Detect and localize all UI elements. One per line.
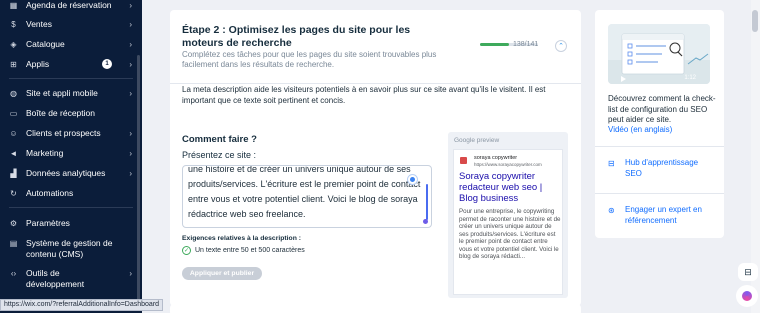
sidebar-divider <box>9 207 133 208</box>
sidebar-item-clients[interactable]: ☺ Clients et prospects › <box>0 128 142 139</box>
sidebar-item-catalogue[interactable]: ◈ Catalogue › <box>0 39 142 50</box>
sidebar: ▦ Agenda de réservation › $ Ventes › ◈ C… <box>0 0 142 313</box>
step-title: Étape 2 : Optimisez les pages du site po… <box>182 24 411 49</box>
sidebar-item-settings[interactable]: ⚙ Paramètres <box>0 218 142 229</box>
progress-count: 138/141 <box>513 41 539 48</box>
dollar-icon: $ <box>11 20 16 29</box>
chevron-right-icon: › <box>129 169 132 178</box>
chevron-right-icon: › <box>129 269 132 278</box>
help-text: Découvrez comment la check-list de confi… <box>608 94 716 124</box>
video-link[interactable]: Vidéo (en anglais) <box>608 125 672 134</box>
resize-handle-icon[interactable] <box>423 219 428 224</box>
sidebar-item-ventes[interactable]: $ Ventes › <box>0 19 142 30</box>
sidebar-item-inbox[interactable]: ▭ Boîte de réception <box>0 108 142 119</box>
meta-description-textarea[interactable]: une histoire et de créer un univers uniq… <box>182 165 432 228</box>
requirements-title: Exigences relatives à la description : <box>182 235 301 242</box>
collapse-button[interactable]: ⌃ <box>555 40 567 52</box>
sidebar-item-cms[interactable]: ▤ Système de gestion de contenu (CMS) <box>0 238 142 260</box>
video-thumbnail[interactable]: 1:12 <box>608 24 710 84</box>
apply-publish-button[interactable]: Appliquer et publier <box>182 267 262 280</box>
video-duration: 1:12 <box>684 75 696 81</box>
sidebar-item-analytics[interactable]: ▟ Données analytiques › <box>0 168 142 179</box>
google-preview: Google preview soraya copywriter https:/… <box>448 132 568 298</box>
ai-assistant-icon[interactable] <box>407 174 418 185</box>
chevron-right-icon: › <box>129 129 132 138</box>
inbox-icon: ▭ <box>9 109 18 118</box>
next-step-card <box>170 304 581 313</box>
chart-icon: ▟ <box>10 169 17 178</box>
ai-sparkle-icon <box>742 291 752 301</box>
sidebar-item-automations[interactable]: ↻ Automations <box>0 188 142 199</box>
chevron-right-icon: › <box>129 40 132 49</box>
book-icon: ⊟ <box>744 266 752 277</box>
sidebar-item-devtools[interactable]: ‹› Outils de développement › <box>0 268 142 290</box>
sidebar-item-agenda[interactable]: ▦ Agenda de réservation › <box>0 0 142 11</box>
how-to-title: Comment faire ? <box>182 134 257 145</box>
present-site-label: Présentez ce site : <box>182 150 257 160</box>
preview-description: Pour une entreprise, le copywriting perm… <box>459 208 561 260</box>
notification-badge: 1 <box>102 59 112 69</box>
progress-fill <box>480 43 510 46</box>
chevron-right-icon: › <box>129 1 132 10</box>
hire-expert-link[interactable]: ⊛ Engager un expert en référencement <box>608 205 715 226</box>
users-icon: ☺ <box>9 129 18 138</box>
sidebar-item-marketing[interactable]: ◄ Marketing › <box>0 148 142 159</box>
gear-icon: ⚙ <box>9 219 18 228</box>
globe-icon: ◍ <box>10 89 17 98</box>
expert-icon: ⊛ <box>608 206 615 215</box>
calendar-icon: ▦ <box>9 1 18 10</box>
preview-label: Google preview <box>454 137 500 144</box>
help-book-button[interactable]: ⊟ <box>738 263 758 281</box>
automation-icon: ↻ <box>10 189 17 198</box>
sidebar-item-site[interactable]: ◍ Site et appli mobile › <box>0 88 142 99</box>
seo-hub-link[interactable]: ⊟ Hub d'apprentissage SEO <box>608 158 715 179</box>
book-icon: ⊟ <box>608 159 615 168</box>
sidebar-divider <box>9 78 133 79</box>
step-subtitle: Complétez ces tâches pour que les pages … <box>182 50 437 69</box>
chevron-right-icon: › <box>129 60 132 69</box>
chevron-up-icon: ⌃ <box>558 43 564 50</box>
check-circle-icon: ✓ <box>182 246 191 255</box>
preview-title: Soraya copywriter redacteur web seo | Bl… <box>459 171 543 204</box>
seo-step-card: Étape 2 : Optimisez les pages du site po… <box>170 10 581 306</box>
favicon-icon <box>460 157 467 164</box>
requirement-item: ✓ Un texte entre 50 et 500 caractères <box>182 246 305 255</box>
tag-icon: ◈ <box>10 40 17 49</box>
preview-site-name: soraya copywriter <box>474 155 518 161</box>
sidebar-scrollbar[interactable] <box>137 55 140 305</box>
textarea-value: une histoire et de créer un univers uniq… <box>188 165 421 219</box>
divider <box>170 83 581 84</box>
megaphone-icon: ◄ <box>9 149 18 158</box>
cms-icon: ▤ <box>9 239 18 248</box>
code-icon: ‹› <box>10 269 17 278</box>
status-bar-url: https://wix.com/?referralAdditionalInfo=… <box>0 299 164 311</box>
apps-icon: ⊞ <box>10 60 17 69</box>
sidebar-item-applis[interactable]: ⊞ Applis 1 › <box>0 59 142 70</box>
chevron-right-icon: › <box>129 20 132 29</box>
textarea-scrollbar[interactable] <box>426 184 428 220</box>
chevron-right-icon: › <box>129 89 132 98</box>
divider <box>595 146 724 147</box>
chevron-right-icon: › <box>129 149 132 158</box>
divider <box>595 193 724 194</box>
task-description: La meta description aide les visiteurs p… <box>182 85 546 105</box>
ai-assistant-button[interactable] <box>736 285 758 307</box>
preview-result-card: soraya copywriter https://www.sorayacopy… <box>453 149 563 295</box>
preview-url: https://www.sorayacopywriter.com <box>474 162 542 167</box>
page-scrollbar-thumb[interactable] <box>752 10 758 32</box>
help-panel: 1:12 Découvrez comment la check-list de … <box>595 10 724 238</box>
